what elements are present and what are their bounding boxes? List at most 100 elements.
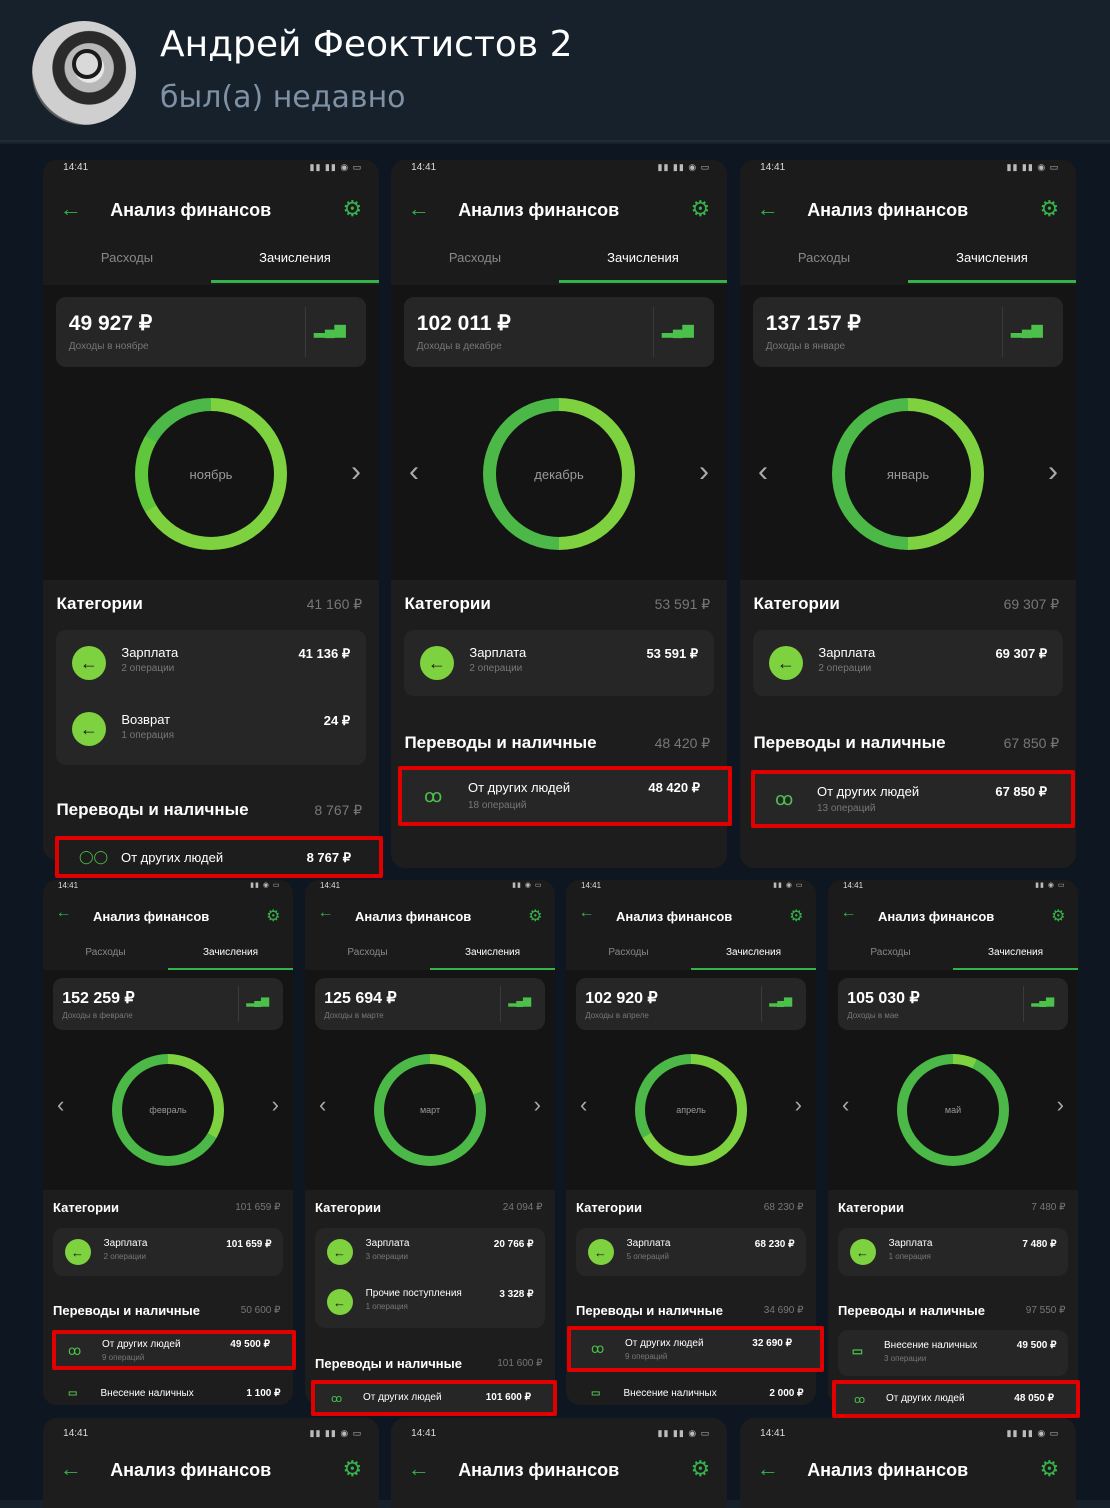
next-month-arrow-icon[interactable]: › [1057,1092,1064,1118]
next-month-arrow-icon[interactable]: › [1048,455,1058,489]
screenshot-partial-3[interactable]: 14:41 ▮▮ ▮▮ ◉ ▭ ← Анализ финансов ⚙ [740,1418,1076,1508]
gear-icon[interactable]: ⚙ [266,906,280,926]
prev-month-arrow-icon[interactable]: ‹ [57,1092,64,1118]
next-month-arrow-icon[interactable]: › [272,1092,279,1118]
gear-icon[interactable]: ⚙ [528,906,542,926]
tab-income[interactable]: Зачисления [211,250,379,265]
bar-chart-icon[interactable]: ▂▄▆ [1032,996,1054,1007]
income-summary-card[interactable]: 125 694 ₽ Доходы в марте ▂▄▆ [315,978,545,1030]
screenshot-partial-2[interactable]: 14:41 ▮▮ ▮▮ ◉ ▭ ← Анализ финансов ⚙ [391,1418,727,1508]
tab-income[interactable]: Зачисления [953,947,1078,958]
tab-expenses[interactable]: Расходы [43,250,211,265]
tab-income[interactable]: Зачисления [691,947,816,958]
tab-income[interactable]: Зачисления [168,947,293,958]
category-label[interactable]: Зарплата [121,645,178,660]
screenshot-march[interactable]: 14:41 ▮▮ ◉ ▭ ← Анализ финансов ⚙ Расходы… [305,880,555,1405]
category-label[interactable]: Зарплата [818,645,875,660]
back-arrow-icon[interactable]: ← [757,1456,779,1482]
back-arrow-icon[interactable]: ← [408,196,430,222]
gear-icon[interactable]: ⚙ [690,196,710,222]
transfers-heading: Переводы и наличные [576,1303,723,1318]
cash-deposit-label[interactable]: Внесение наличных [624,1388,717,1399]
tab-expenses[interactable]: Расходы [566,947,691,958]
prev-month-arrow-icon[interactable]: ‹ [580,1092,587,1118]
prev-month-arrow-icon[interactable]: ‹ [409,455,419,489]
contact-avatar[interactable] [32,21,136,125]
income-summary-card[interactable]: 102 011 ₽ Доходы в декабре ▂▄▆ [404,297,714,367]
category-label[interactable]: Зарплата [889,1238,933,1249]
gear-icon[interactable]: ⚙ [1039,196,1059,222]
bar-chart-icon[interactable]: ▂▄▆ [1011,321,1042,338]
bar-chart-icon[interactable]: ▂▄▆ [314,321,345,338]
cash-deposit-label[interactable]: Внесение наличных [884,1340,977,1351]
screenshot-january[interactable]: 14:41 ▮▮ ▮▮ ◉ ▭ ← Анализ финансов ⚙ Расх… [740,160,1076,868]
tab-income[interactable]: Зачисления [430,947,555,958]
screenshot-december[interactable]: 14:41 ▮▮ ▮▮ ◉ ▭ ← Анализ финансов ⚙ Расх… [391,160,727,868]
tab-income[interactable]: Зачисления [908,250,1076,265]
next-month-arrow-icon[interactable]: › [534,1092,541,1118]
income-summary-card[interactable]: 49 927 ₽ Доходы в ноябре ▂▄▆ [56,297,366,367]
back-arrow-icon[interactable]: ← [56,904,72,922]
screen-title: Анализ финансов [878,909,995,924]
back-arrow-icon[interactable]: ← [579,904,595,922]
prev-month-arrow-icon[interactable]: ‹ [758,455,768,489]
gear-icon[interactable]: ⚙ [789,906,803,926]
next-month-arrow-icon[interactable]: › [795,1092,802,1118]
gear-icon[interactable]: ⚙ [1051,906,1065,926]
income-summary-card[interactable]: 137 157 ₽ Доходы в январе ▂▄▆ [753,297,1063,367]
bar-chart-icon[interactable]: ▂▄▆ [662,321,693,338]
income-summary-card[interactable]: 102 920 ₽ Доходы в апреле ▂▄▆ [576,978,806,1030]
from-people-label[interactable]: От других людей [625,1338,704,1349]
screenshot-partial-1[interactable]: 14:41 ▮▮ ▮▮ ◉ ▭ ← Анализ финансов ⚙ [43,1418,379,1508]
category-label[interactable]: Зарплата [104,1238,148,1249]
category-label[interactable]: Зарплата [627,1238,671,1249]
gear-icon[interactable]: ⚙ [690,1456,710,1482]
bar-chart-icon[interactable]: ▂▄▆ [509,996,531,1007]
back-arrow-icon[interactable]: ← [841,904,857,922]
gear-icon[interactable]: ⚙ [342,196,362,222]
screenshot-may[interactable]: 14:41 ▮▮ ◉ ▭ ← Анализ финансов ⚙ Расходы… [828,880,1078,1405]
tab-expenses[interactable]: Расходы [740,250,908,265]
from-people-ops: 18 операций [468,800,527,811]
back-arrow-icon[interactable]: ← [408,1456,430,1482]
contact-name[interactable]: Андрей Феоктистов 2 [160,24,573,65]
bar-chart-icon[interactable]: ▂▄▆ [770,996,792,1007]
from-people-label[interactable]: От других людей [363,1392,442,1403]
tab-expenses[interactable]: Расходы [43,947,168,958]
category-label[interactable]: Возврат [121,712,170,727]
categories-sum: 101 659 ₽ [235,1202,281,1213]
donut-month: апрель [645,1064,737,1156]
back-arrow-icon[interactable]: ← [757,196,779,222]
back-arrow-icon[interactable]: ← [60,1456,82,1482]
back-arrow-icon[interactable]: ← [60,196,82,222]
category-label[interactable]: Зарплата [469,645,526,660]
cash-deposit-row[interactable]: ▭ Внесение наличных 3 операции 49 500 ₽ [838,1330,1068,1376]
tab-income[interactable]: Зачисления [559,250,727,265]
bar-chart-icon[interactable]: ▂▄▆ [247,996,269,1007]
income-summary-card[interactable]: 105 030 ₽ Доходы в мае ▂▄▆ [838,978,1068,1030]
from-people-label[interactable]: От других людей [468,780,570,795]
from-people-label[interactable]: От других людей [817,784,919,799]
next-month-arrow-icon[interactable]: › [351,455,361,489]
cash-deposit-label[interactable]: Внесение наличных [101,1388,194,1399]
chat-header: Андрей Феоктистов 2 был(а) недавно [0,0,1110,142]
category-label[interactable]: Зарплата [366,1238,410,1249]
from-people-label[interactable]: От других людей [121,850,223,865]
category-list: ← Зарплата 3 операции 20 766 ₽ ← Прочие … [315,1228,545,1328]
income-donut: январь [832,398,984,550]
screenshot-november[interactable]: 14:41 ▮▮ ▮▮ ◉ ▭ ← Анализ финансов ⚙ Расх… [43,160,379,860]
prev-month-arrow-icon[interactable]: ‹ [842,1092,849,1118]
category-label[interactable]: Прочие поступления [366,1288,462,1299]
screenshot-february[interactable]: 14:41 ▮▮ ◉ ▭ ← Анализ финансов ⚙ Расходы… [43,880,293,1405]
next-month-arrow-icon[interactable]: › [699,455,709,489]
income-summary-card[interactable]: 152 259 ₽ Доходы в феврале ▂▄▆ [53,978,283,1030]
gear-icon[interactable]: ⚙ [1039,1456,1059,1482]
tab-expenses[interactable]: Расходы [828,947,953,958]
from-people-label[interactable]: От других людей [102,1339,181,1350]
tab-expenses[interactable]: Расходы [391,250,559,265]
tab-expenses[interactable]: Расходы [305,947,430,958]
prev-month-arrow-icon[interactable]: ‹ [319,1092,326,1118]
back-arrow-icon[interactable]: ← [318,904,334,922]
gear-icon[interactable]: ⚙ [342,1456,362,1482]
from-people-label[interactable]: От других людей [886,1393,965,1404]
